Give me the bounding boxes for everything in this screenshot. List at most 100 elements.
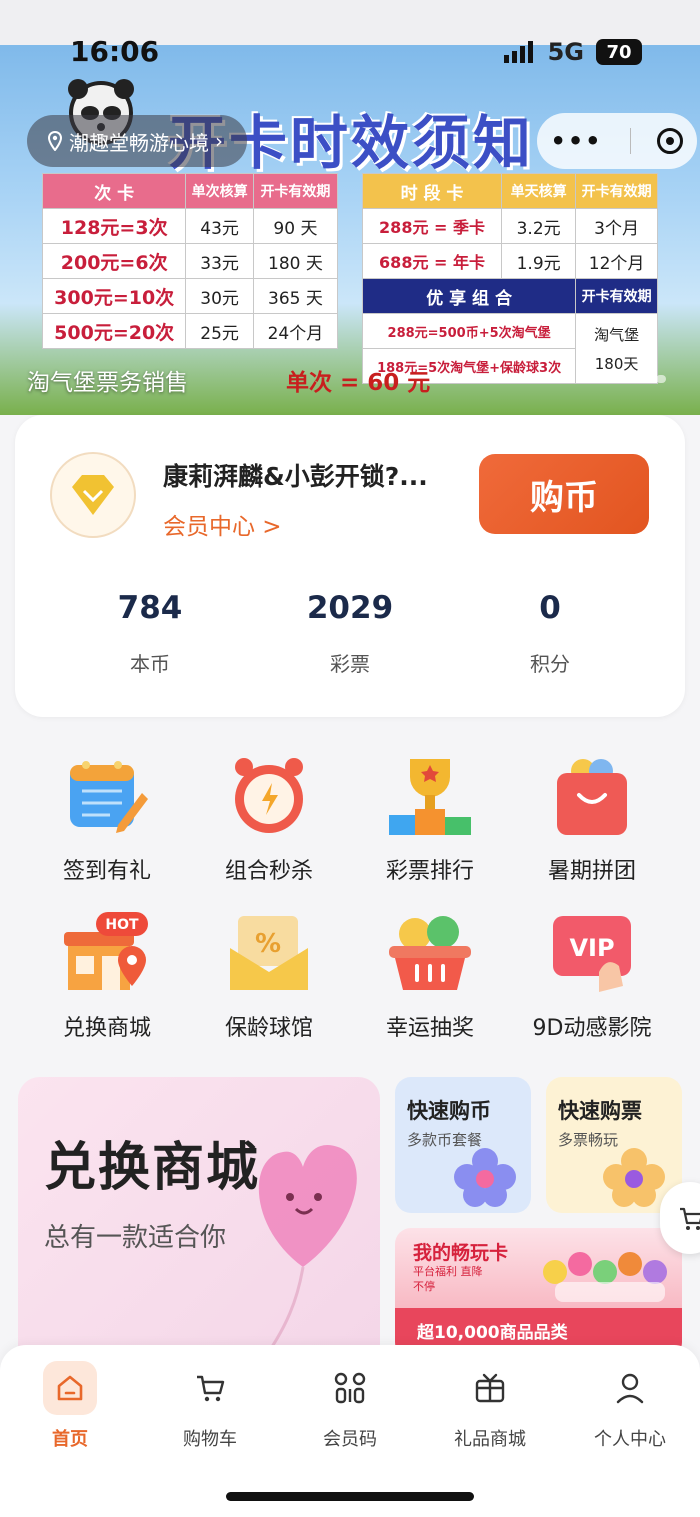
close-target-icon[interactable]: [657, 128, 684, 154]
grid-item-bowling[interactable]: % 保龄球馆: [189, 912, 349, 1042]
promo-title: 我的畅玩卡: [413, 1242, 509, 1264]
grid-item-lucky-draw[interactable]: 幸运抽奖: [350, 912, 510, 1042]
table-header: 开卡有效期: [575, 278, 658, 314]
calendar-pen-icon: [62, 755, 152, 839]
chevron-right-icon: ›: [215, 129, 223, 153]
store-icon: HOT: [62, 912, 152, 996]
table-cell: 3.2元: [501, 208, 577, 244]
tab-label: 个人中心: [594, 1429, 666, 1450]
basket-icon: [385, 912, 475, 996]
flowers-decoration-icon: [543, 1252, 667, 1302]
table-cell: 30元: [185, 278, 254, 314]
period-card-table: 时 段 卡 单天核算 开卡有效期 288元 = 季卡 3.2元 3个月 688元 =…: [361, 173, 658, 384]
tab-gift-mall[interactable]: 礼品商城: [430, 1361, 550, 1451]
table-cell: 12个月: [575, 243, 658, 279]
tab-label: 首页: [52, 1429, 88, 1450]
miniapp-capsule[interactable]: •••: [537, 113, 697, 169]
table-cell: 200元=6次: [41, 243, 187, 279]
stat-label: 积分: [530, 652, 570, 676]
grid-item-flash-sale[interactable]: 组合秒杀: [189, 755, 349, 885]
app-screen: 16:06 5G 70 开卡时效须知 潮趣堂畅游心境 › ••• 次 卡 单次核…: [0, 0, 700, 1517]
table-header: 次 卡: [41, 173, 187, 209]
promo-exchange-mall[interactable]: 兑换商城 总有一款适合你: [18, 1077, 380, 1367]
table-header-row: 优 享 组 合 开卡有效期: [361, 278, 658, 314]
battery-icon: 70: [596, 39, 642, 65]
banner-single-price: 单次 = 60 元: [286, 370, 431, 396]
promo-play-card[interactable]: 我的畅玩卡 平台福利 直降不停 超10,000商品品类: [395, 1228, 682, 1358]
tab-member-code[interactable]: 会员码: [290, 1361, 410, 1451]
table-row: 288元=500币+5次淘气堡 淘气堡 180天: [361, 313, 658, 384]
flower-icon: [603, 1148, 665, 1207]
vip-card-icon: VIP: [547, 912, 637, 996]
table-cell: 288元 = 季卡: [361, 208, 503, 244]
promo-banner[interactable]: 开卡时效须知 潮趣堂畅游心境 › ••• 次 卡 单次核算 开卡有效期 128元…: [0, 43, 700, 415]
table-cell: 24个月: [252, 313, 339, 349]
table-header: 单次核算: [185, 173, 254, 209]
promo-quick-buy-tickets[interactable]: 快速购票 多票畅玩: [546, 1077, 682, 1213]
alarm-clock-icon: [224, 755, 314, 839]
table-header-row: 时 段 卡 单天核算 开卡有效期: [361, 173, 658, 209]
table-header: 优 享 组 合: [361, 278, 577, 314]
count-card-table: 次 卡 单次核算 开卡有效期 128元=3次 43元 90 天 200元=6次 33元…: [41, 173, 339, 349]
grid-item-9d-cinema[interactable]: VIP 9D动感影院: [512, 912, 672, 1042]
flower-icon: [454, 1148, 516, 1207]
table-cell: 180 天: [252, 243, 339, 279]
promo-quick-buy-coins[interactable]: 快速购币 多款币套餐: [395, 1077, 531, 1213]
network-label: 5G: [547, 38, 584, 66]
avatar[interactable]: [50, 452, 136, 538]
table-row: 200元=6次 33元 180 天: [41, 243, 339, 279]
carousel-dot: [638, 375, 648, 383]
grid-item-group-buy[interactable]: 暑期拼团: [512, 755, 672, 885]
grid-label: 保龄球馆: [224, 1016, 313, 1041]
member-center-link[interactable]: 会员中心 >: [163, 507, 282, 541]
carousel-indicator: [604, 375, 666, 383]
table-header: 单天核算: [501, 173, 577, 209]
hot-badge: HOT: [105, 917, 139, 933]
stat-tickets[interactable]: 2029 彩票: [270, 590, 430, 677]
grid-item-exchange-mall[interactable]: HOT 兑换商城: [27, 912, 187, 1042]
status-right: 5G 70: [503, 38, 642, 66]
grid-label: 幸运抽奖: [385, 1016, 474, 1041]
stat-value: 784: [117, 590, 183, 626]
table-header: 开卡有效期: [252, 173, 339, 209]
member-name: 康莉湃麟&小彭开锁?...: [163, 462, 428, 491]
stat-label: 彩票: [330, 652, 370, 676]
table-cell: 90 天: [252, 208, 339, 244]
grid-item-checkin[interactable]: 签到有礼: [27, 755, 187, 885]
tab-label: 会员码: [323, 1429, 377, 1450]
tab-home[interactable]: 首页: [10, 1361, 130, 1451]
tab-profile[interactable]: 个人中心: [570, 1361, 690, 1451]
stat-coins[interactable]: 784 本币: [70, 590, 230, 677]
table-cell: 33元: [185, 243, 254, 279]
shopping-bag-icon: [547, 755, 637, 839]
gift-icon: [463, 1361, 517, 1415]
location-name: 潮趣堂畅游心境: [69, 130, 209, 155]
home-icon: [43, 1361, 97, 1415]
cart-icon: [183, 1361, 237, 1415]
buy-coins-button[interactable]: 购币: [479, 454, 649, 534]
table-cell: 淘气堡 180天: [575, 313, 658, 384]
more-dots-icon[interactable]: •••: [550, 127, 602, 155]
floating-cart-button[interactable]: [660, 1182, 700, 1254]
table-cell: 688元 = 年卡: [361, 243, 503, 279]
table-row: 500元=20次 25元 24个月: [41, 313, 339, 349]
vip-badge: VIP: [569, 934, 614, 962]
grid-item-ticket-ranking[interactable]: 彩票排行: [350, 755, 510, 885]
table-row: 128元=3次 43元 90 天: [41, 208, 339, 244]
home-indicator: [226, 1492, 474, 1501]
coupon-envelope-icon: %: [224, 912, 314, 996]
table-cell: 288元=500币+5次淘气堡: [361, 313, 577, 349]
grid-code-icon: [323, 1361, 377, 1415]
table-header: 开卡有效期: [575, 173, 658, 209]
diamond-icon: [72, 475, 114, 515]
table-cell: 300元=10次: [41, 278, 187, 314]
tab-cart[interactable]: 购物车: [150, 1361, 270, 1451]
location-selector[interactable]: 潮趣堂畅游心境 ›: [27, 115, 247, 167]
grid-label: 组合秒杀: [224, 859, 313, 884]
promo-subtitle: 平台福利 直降不停: [413, 1265, 483, 1293]
cart-icon: [680, 1207, 700, 1230]
stat-points[interactable]: 0 积分: [470, 590, 630, 677]
table-row: 300元=10次 30元 365 天: [41, 278, 339, 314]
promo-title: 快速购币: [407, 1099, 491, 1123]
heart-balloon-icon: [256, 1144, 357, 1367]
